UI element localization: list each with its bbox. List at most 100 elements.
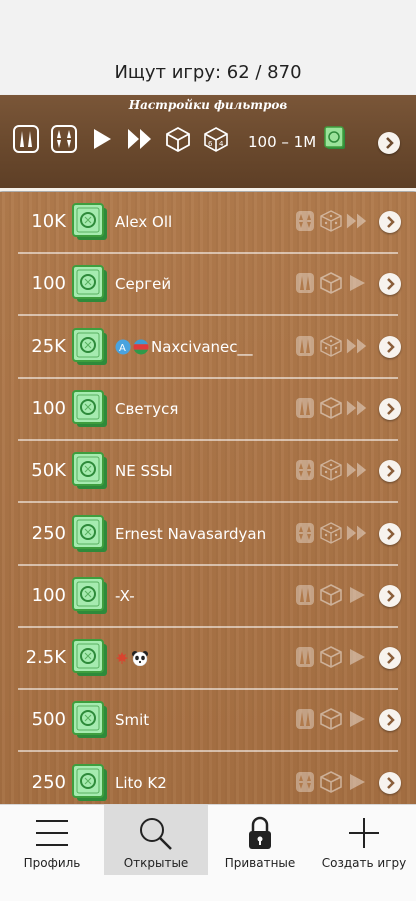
game-row[interactable]: 100 Светуся [0,379,416,441]
azerbaijan-flag-icon [133,339,149,355]
game-options-badges [294,396,368,419]
filter-bar[interactable]: Настройки фильтров 64 100 – 1M [0,95,416,191]
game-row[interactable]: 100 -X- [0,566,416,628]
fast-forward-icon[interactable] [126,125,154,153]
join-game-arrow[interactable] [379,397,401,420]
cube-icon [320,272,342,295]
join-game-arrow[interactable] [379,647,401,670]
game-row[interactable]: 25K A Naxcivanec__ [0,317,416,379]
play-icon [346,646,368,668]
cube-icon [320,646,342,668]
short-icon [294,771,316,793]
svg-text:4: 4 [219,140,224,148]
dice-icon [320,521,342,544]
player-name: Smit [115,690,149,750]
player-name-text: Alex Oll [115,213,173,231]
join-game-arrow[interactable] [379,460,401,483]
join-game-arrow[interactable] [379,709,401,732]
join-game-arrow[interactable] [379,522,401,545]
player-name: -X- [115,566,135,626]
player-name-text: Smit [115,711,150,730]
stake-amount: 250 [31,522,66,544]
play-icon [346,584,368,606]
cube-icon [320,708,342,731]
player-name: Светуся [115,379,178,439]
tab-label: Открытые [123,856,189,870]
game-row[interactable]: 250 Ernest Navasardyan [0,504,416,566]
backgammon-short-icon[interactable] [50,125,78,153]
player-name-text: NE SSЫ [115,462,173,481]
player-name: Alex Oll [115,192,172,252]
play-icon[interactable] [88,125,116,153]
play-icon [346,272,368,294]
backgammon-long-icon[interactable] [12,125,40,153]
players-searching-text: Ищут игру: 62 / 870 [114,62,302,83]
short-icon [294,459,316,481]
money-icon [72,701,108,739]
join-game-arrow[interactable] [379,273,401,296]
long-icon [294,397,316,419]
open-games-list[interactable]: 10K Alex Oll 100 Сергей 25K A Naxcivanec__ 100 С… [0,192,416,804]
svg-text:A: A [119,343,126,354]
game-options-badges [294,708,368,731]
tab-create-game[interactable]: Создать игру [312,805,416,875]
game-row[interactable]: 50K NE SSЫ [0,441,416,504]
player-name-text: Ernest Navasardyan [115,524,267,543]
join-game-arrow[interactable] [379,335,401,358]
game-options-badges [294,272,368,295]
cube-icon [320,583,342,606]
tab-label: Профиль [23,856,81,870]
player-name: Сергей [115,254,171,314]
filter-stake-range: 100 – 1M [248,133,317,151]
game-options-badges [294,459,368,481]
stake-amount: 25K [31,335,66,357]
long-icon [294,272,316,294]
player-name: NE SSЫ [115,441,173,501]
cube-icon [320,396,342,419]
join-game-arrow[interactable] [379,771,401,794]
tab-open[interactable]: Открытые [104,805,208,875]
lock-icon [240,815,280,851]
money-icon [72,389,108,428]
money-icon [72,327,108,366]
play-icon [346,708,368,730]
dice-icon [320,210,342,232]
tab-label: Приватные [224,856,296,870]
cube-icon[interactable] [164,125,192,153]
game-options-badges [294,521,368,544]
game-row[interactable]: 500 Smit [0,690,416,753]
ff-icon [346,210,368,232]
game-row[interactable]: 250 Lito K2 [0,753,416,804]
join-game-arrow[interactable] [379,211,401,233]
player-name: Lito K2 [115,753,167,804]
game-row[interactable]: 2.5K [0,628,416,691]
stake-amount: 100 [31,273,66,295]
player-name-text: Сергей [115,275,172,294]
tab-profile[interactable]: Профиль [0,805,104,875]
dice-icon [320,459,342,481]
join-game-arrow[interactable] [379,584,401,607]
panda-icon [131,650,149,667]
money-icon [72,639,108,677]
filter-icons: 64 [12,125,230,153]
game-row[interactable]: 100 Сергей [0,254,416,317]
filter-title: Настройки фильтров [128,98,288,112]
ff-icon [346,522,368,544]
long-icon [294,708,316,730]
plus-icon [344,815,384,851]
money-icon [72,576,108,615]
game-row[interactable]: 10K Alex Oll [0,192,416,254]
stake-amount: 100 [31,584,66,606]
ff-icon [346,397,368,419]
tab-private[interactable]: Приватные [208,805,312,875]
stake-amount: 100 [31,397,66,419]
dice-icon [320,334,342,357]
svg-text:6: 6 [208,140,213,148]
filter-settings-arrow[interactable] [378,132,400,154]
game-options-badges [294,210,368,232]
money-icon [72,452,108,490]
player-name: A Naxcivanec__ [115,317,253,377]
money-icon [72,763,108,802]
dice-icon[interactable]: 64 [202,125,230,153]
tab-label: Создать игру [321,856,407,870]
